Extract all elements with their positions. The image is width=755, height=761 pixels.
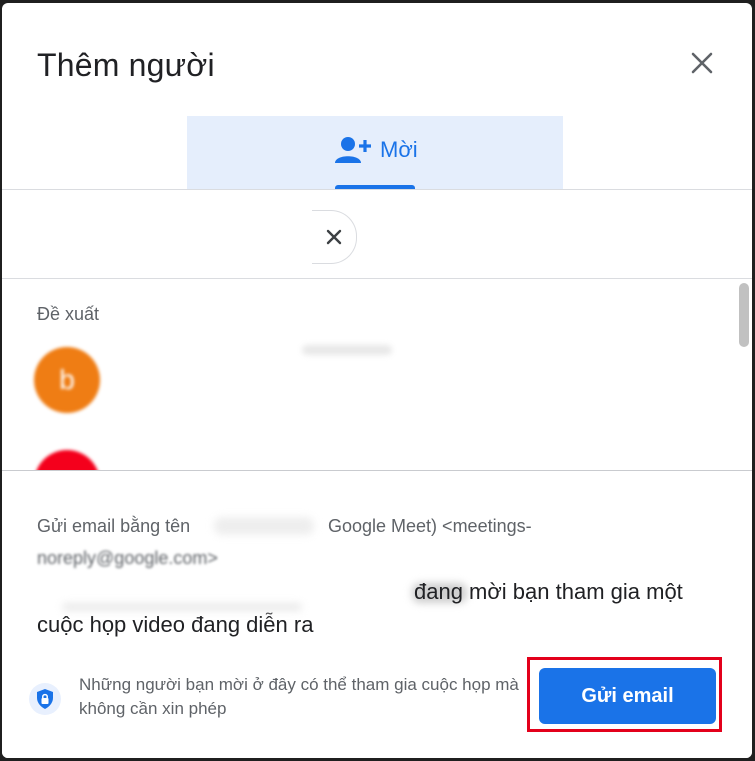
invite-message-line2: cuộc họp video đang diễn ra xyxy=(37,612,314,637)
sender-prefix: Gửi email bằng tên xyxy=(37,516,191,536)
sender-address: Google Meet) <meetings- xyxy=(328,516,532,536)
blurred-text xyxy=(62,603,302,611)
avatar-letter: b xyxy=(59,364,75,395)
dialog-title: Thêm người xyxy=(37,47,215,83)
suggestion-avatar[interactable]: b xyxy=(34,347,100,413)
send-email-button[interactable]: Gửi email xyxy=(539,668,716,724)
suggestions-scrollbar[interactable] xyxy=(739,283,749,347)
divider xyxy=(2,278,752,279)
blurred-sender-name xyxy=(214,517,314,535)
invite-permission-info: Những người bạn mời ở đây có thể tham gi… xyxy=(79,675,519,718)
add-people-dialog: Thêm người Mời Đề xuất b Gửi email bằng … xyxy=(2,3,752,758)
tab-invite[interactable]: Mời xyxy=(187,116,563,189)
close-icon xyxy=(691,52,713,74)
divider xyxy=(2,189,752,190)
close-button[interactable] xyxy=(680,41,724,85)
tab-invite-label: Mời xyxy=(380,137,418,162)
close-icon xyxy=(326,229,342,245)
suggestions-heading: Đề xuất xyxy=(37,304,100,324)
blurred-contact-name xyxy=(302,345,392,355)
person-add-icon xyxy=(335,137,371,163)
clear-recipient-button[interactable] xyxy=(312,210,357,264)
sender-email: noreply@google.com> xyxy=(37,548,218,568)
invite-message-line1: đang mời bạn tham gia một xyxy=(414,579,683,604)
lock-shield-icon xyxy=(29,683,61,715)
